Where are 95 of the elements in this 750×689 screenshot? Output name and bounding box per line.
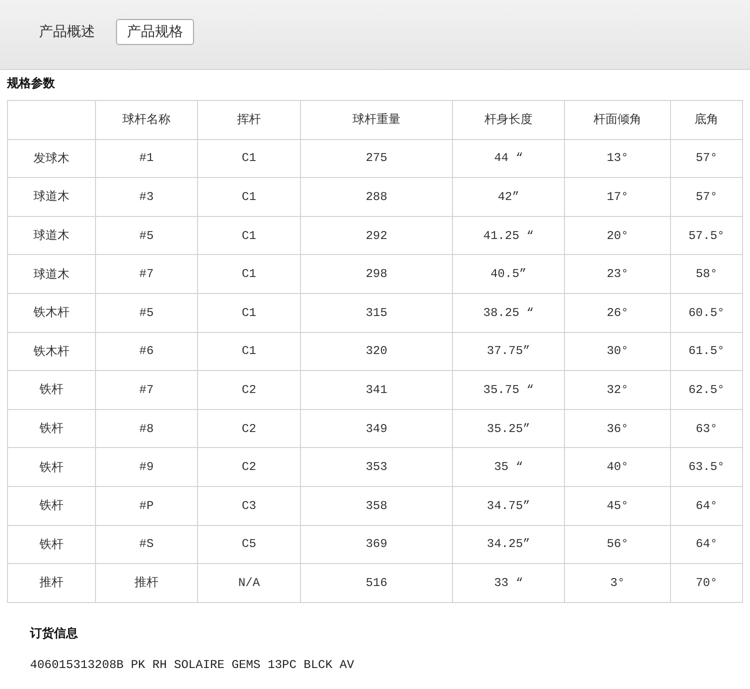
table-cell: #6 (96, 332, 198, 371)
table-cell: N/A (198, 564, 300, 602)
table-cell: 34.75” (452, 486, 564, 526)
table-cell: 41.25 “ (452, 216, 564, 255)
table-cell: C2 (198, 448, 300, 486)
table-cell: C2 (198, 409, 300, 448)
table-cell: #1 (96, 139, 198, 178)
table-cell: 44 “ (452, 139, 564, 178)
table-cell: C1 (198, 254, 300, 294)
table-cell: C2 (198, 370, 300, 410)
table-cell: 60.5° (670, 293, 742, 332)
table-cell: 315 (300, 293, 452, 332)
table-cell: 铁杆 (8, 409, 96, 448)
table-cell: #S (96, 525, 198, 564)
table-cell: 58° (670, 254, 742, 294)
table-cell: 3° (564, 564, 670, 602)
table-cell: 57° (670, 139, 742, 178)
table-cell: 23° (564, 254, 670, 294)
table-cell: 铁杆 (8, 486, 96, 526)
table-cell: #8 (96, 409, 198, 448)
table-cell: 33 “ (452, 564, 564, 602)
table-cell: #7 (96, 370, 198, 410)
table-cell: 358 (300, 486, 452, 526)
table-cell: C1 (198, 332, 300, 371)
table-cell: 63° (670, 409, 742, 448)
table-cell: 320 (300, 332, 452, 371)
table-cell: 13° (564, 139, 670, 178)
table-cell: 30° (564, 332, 670, 371)
table-cell: 26° (564, 293, 670, 332)
table-cell: 64° (670, 525, 742, 564)
table-cell: 56° (564, 525, 670, 564)
table-cell: 推杆 (8, 564, 96, 602)
table-cell: 292 (300, 216, 452, 255)
table-cell: 64° (670, 486, 742, 526)
table-cell: 36° (564, 409, 670, 448)
table-cell: 40° (564, 448, 670, 486)
table-cell: 35.75 “ (452, 370, 564, 410)
table-cell: #9 (96, 448, 198, 486)
table-cell: 42” (452, 178, 564, 216)
table-cell: C1 (198, 178, 300, 216)
column-header: 球杆名称 (96, 100, 198, 140)
table-cell: C1 (198, 139, 300, 178)
table-cell: 球道木 (8, 216, 96, 255)
table-cell: 发球木 (8, 139, 96, 178)
column-header: 球杆重量 (300, 100, 452, 140)
table-cell: C5 (198, 525, 300, 564)
column-header: 挥杆 (198, 100, 300, 140)
column-header: 底角 (670, 100, 742, 140)
table-cell: 铁杆 (8, 370, 96, 410)
table-cell: 298 (300, 254, 452, 294)
table-cell: #5 (96, 216, 198, 255)
section-title: 订货信息 (30, 624, 79, 642)
table-cell: #5 (96, 293, 198, 332)
column-header: 杆面倾角 (564, 100, 670, 140)
table-cell: 球道木 (8, 178, 96, 216)
table-cell: 推杆 (96, 564, 198, 602)
table-cell: 20° (564, 216, 670, 255)
table-cell: 349 (300, 409, 452, 448)
table-cell: 铁木杆 (8, 293, 96, 332)
order-code: 406015313208B PK RH SOLAIRE GEMS 13PC BLCK AV (30, 658, 356, 672)
table-cell: 34.25” (452, 525, 564, 564)
table-cell: 63.5° (670, 448, 742, 486)
table-cell: 516 (300, 564, 452, 602)
table-cell: 341 (300, 370, 452, 410)
table-cell: C3 (198, 486, 300, 526)
tab[interactable]: 产品规格 (116, 19, 194, 45)
table-cell: #3 (96, 178, 198, 216)
table-cell: 35.25” (452, 409, 564, 448)
table-cell: 57.5° (670, 216, 742, 255)
table-cell: 40.5” (452, 254, 564, 294)
table-cell: 288 (300, 178, 452, 216)
table-cell: #P (96, 486, 198, 526)
table-cell: 62.5° (670, 370, 742, 410)
table-cell: 铁杆 (8, 525, 96, 564)
table-cell: #7 (96, 254, 198, 294)
column-header: 杆身长度 (452, 100, 564, 140)
table-cell: 353 (300, 448, 452, 486)
table-cell: 铁杆 (8, 448, 96, 486)
table-cell: 铁木杆 (8, 332, 96, 371)
table-cell: 球道木 (8, 254, 96, 294)
table-cell: 32° (564, 370, 670, 410)
table-cell: 61.5° (670, 332, 742, 371)
table-cell: 275 (300, 139, 452, 178)
tab[interactable]: 产品概述 (28, 19, 106, 45)
table-cell: 35 “ (452, 448, 564, 486)
table-cell: C1 (198, 216, 300, 255)
table-cell: C1 (198, 293, 300, 332)
section-title: 规格参数 (7, 76, 56, 92)
table-cell: 45° (564, 486, 670, 526)
table-cell: 369 (300, 525, 452, 564)
table-cell: 17° (564, 178, 670, 216)
table-cell: 37.75” (452, 332, 564, 371)
table-cell: 38.25 “ (452, 293, 564, 332)
table-cell: 57° (670, 178, 742, 216)
table-cell: 70° (670, 564, 742, 602)
